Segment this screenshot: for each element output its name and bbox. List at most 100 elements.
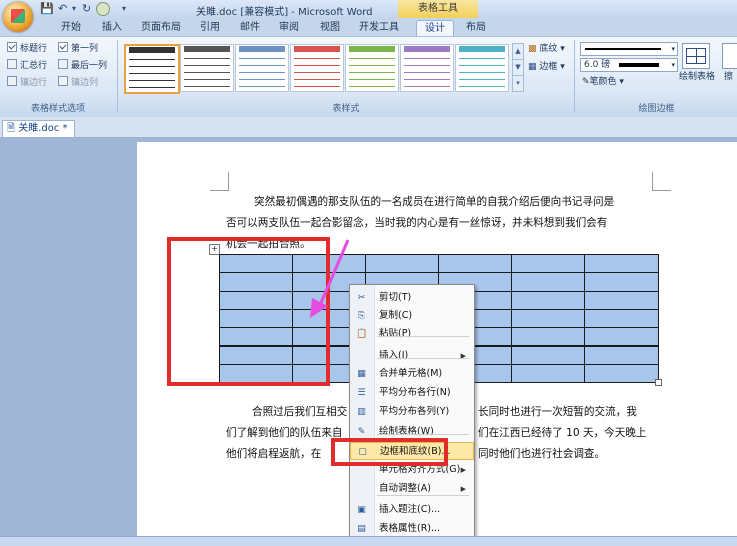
office-button[interactable] [3,2,33,32]
table-cell[interactable] [438,254,512,274]
save-icon[interactable]: 💾 [40,2,54,15]
pen-color-button[interactable]: ✎笔颜色 ▾ [582,75,624,89]
table-cell[interactable] [511,254,585,274]
banded-columns-label: 镶边列 [71,78,99,88]
redo-icon[interactable]: ↻ [82,2,91,15]
tab-design[interactable]: 设计 [416,20,454,37]
eraser-button[interactable]: 擦 [724,70,733,84]
banded-columns-checkbox[interactable]: 镶边列 [58,76,98,90]
table-styles-group-label: 表样式 [332,104,360,114]
table-properties-icon: ▤ [357,524,366,534]
customize-qat-icon[interactable] [96,2,110,16]
shading-button[interactable]: ▩ 底纹 ▾ [528,42,565,56]
submenu-arrow-icon: ▶ [460,466,466,474]
group-separator [574,40,575,112]
table-cell[interactable] [511,363,585,384]
context-menu-item-label: 平均分布各列(Y) [379,406,450,417]
tab-page-layout[interactable]: 页面布局 [135,20,187,36]
borders-button[interactable]: ▦ 边框 ▾ [528,60,565,74]
table-style-thumb[interactable] [290,44,344,92]
shading-label: 底纹 [539,44,558,54]
table-cell[interactable] [511,308,585,329]
context-menu-item-label: 插入题注(C)... [379,504,441,515]
context-menu-item[interactable]: 📋 粘贴(P) [350,325,474,343]
context-menu-item-label: 剪切(T) [379,292,412,303]
gallery-scroll-up-icon[interactable]: ▲ [512,43,524,60]
annotation-highlight-box [331,438,448,466]
gallery-scroll-down-icon[interactable]: ▼ [512,59,524,76]
tab-developer[interactable]: 开发工具 [356,20,402,36]
table-style-thumb[interactable] [345,44,399,92]
table-cell[interactable] [584,327,659,347]
line-weight-dropdown[interactable]: 6.0 磅 ▾ [580,58,678,72]
table-resize-handle[interactable] [655,379,662,386]
context-menu-item[interactable]: ⎘ 复制(C) [350,307,474,325]
draw-table-icon[interactable] [682,43,710,69]
pen-color-label: 笔颜色 [589,77,617,87]
header-row-checkbox[interactable]: 标题行 [7,42,47,56]
document-tab[interactable]: 🗎 关雎.doc * [2,120,75,137]
table-cell[interactable] [584,345,659,365]
context-menu-item[interactable]: ▥ 平均分布各列(Y) [350,403,474,421]
table-cell[interactable] [584,254,659,274]
first-column-label: 第一列 [71,44,99,54]
table-style-thumb-selected[interactable] [124,44,180,94]
tab-mailings[interactable]: 邮件 [234,20,266,36]
banded-rows-checkbox[interactable]: 镶边行 [7,76,47,90]
table-style-thumb[interactable] [235,44,289,92]
eraser-icon[interactable] [722,43,737,69]
tab-layout[interactable]: 布局 [459,20,493,36]
context-menu-item[interactable]: ✂ 剪切(T) [350,289,474,307]
tab-view[interactable]: 视图 [314,20,346,36]
document-tab-strip [0,117,737,138]
table-cell[interactable] [511,345,585,365]
draw-table-button[interactable]: 绘制表格 [679,70,715,84]
undo-icon[interactable]: ↶ [58,2,67,15]
submenu-arrow-icon: ▶ [460,352,466,360]
menu-separator [377,495,469,496]
qat-menu-icon[interactable]: ▾ [122,4,126,17]
tab-review[interactable]: 审阅 [273,20,305,36]
tab-references[interactable]: 引用 [194,20,226,36]
context-menu-item[interactable]: ☰ 平均分布各行(N) [350,384,474,402]
draw-borders-group-label: 绘图边框 [638,104,675,114]
first-column-checkbox[interactable]: 第一列 [58,42,98,56]
window-title: 关雎.doc [兼容模式] - Microsoft Word [196,7,373,18]
line-style-dropdown[interactable]: ▾ [580,42,678,56]
pen-color-icon: ✎ [582,77,590,87]
last-column-checkbox[interactable]: 最后一列 [58,59,107,73]
undo-dropdown-icon[interactable]: ▾ [72,4,76,17]
paste-icon: 📋 [356,329,368,339]
total-row-checkbox[interactable]: 汇总行 [7,59,47,73]
paragraph-text: 们在江西已经待了 10 天，今天晚上 [478,427,647,439]
table-cell[interactable] [584,272,659,292]
tab-insert[interactable]: 插入 [96,20,128,36]
scissors-icon: ✂ [357,293,366,303]
borders-grid-icon: ▦ [528,62,537,72]
table-cell[interactable] [511,290,585,310]
table-cell[interactable] [584,308,659,329]
table-style-thumb[interactable] [180,44,234,92]
table-cell[interactable] [511,272,585,292]
paragraph-text: 合照过后我们互相交 [252,406,348,418]
table-cell[interactable] [584,363,659,384]
copy-icon: ⎘ [357,311,366,321]
gallery-more-icon[interactable]: ▾ [512,75,524,92]
table-style-thumb[interactable] [400,44,454,92]
context-menu-item[interactable]: 插入(I) ▶ [350,347,474,365]
table-cell[interactable] [584,290,659,310]
context-menu: ✂ 剪切(T) ⎘ 复制(C) 📋 粘贴(P) 插入(I) ▶ ▦ 合并单元格(M) ☰ 平均分布各行… [349,284,475,541]
office-logo-icon [11,9,25,23]
context-menu-item[interactable]: ▦ 合并单元格(M) [350,365,474,383]
distribute-columns-icon: ▥ [357,407,366,417]
table-cell[interactable] [365,254,439,274]
caption-icon: ▣ [357,505,366,515]
table-cell[interactable] [511,327,585,347]
line-weight-value: 6.0 磅 [584,60,611,70]
header-row-label: 标题行 [20,44,48,54]
tab-home[interactable]: 开始 [54,20,88,36]
paragraph-text: 否可以两支队伍一起合影留念，当时我的内心是有一丝惊讶，并未料想到我们会有 [226,217,608,229]
table-style-thumb[interactable] [455,44,509,92]
context-menu-item[interactable]: ▣ 插入题注(C)... [350,501,474,519]
table-style-options-group-label: 表格样式选项 [30,104,85,114]
